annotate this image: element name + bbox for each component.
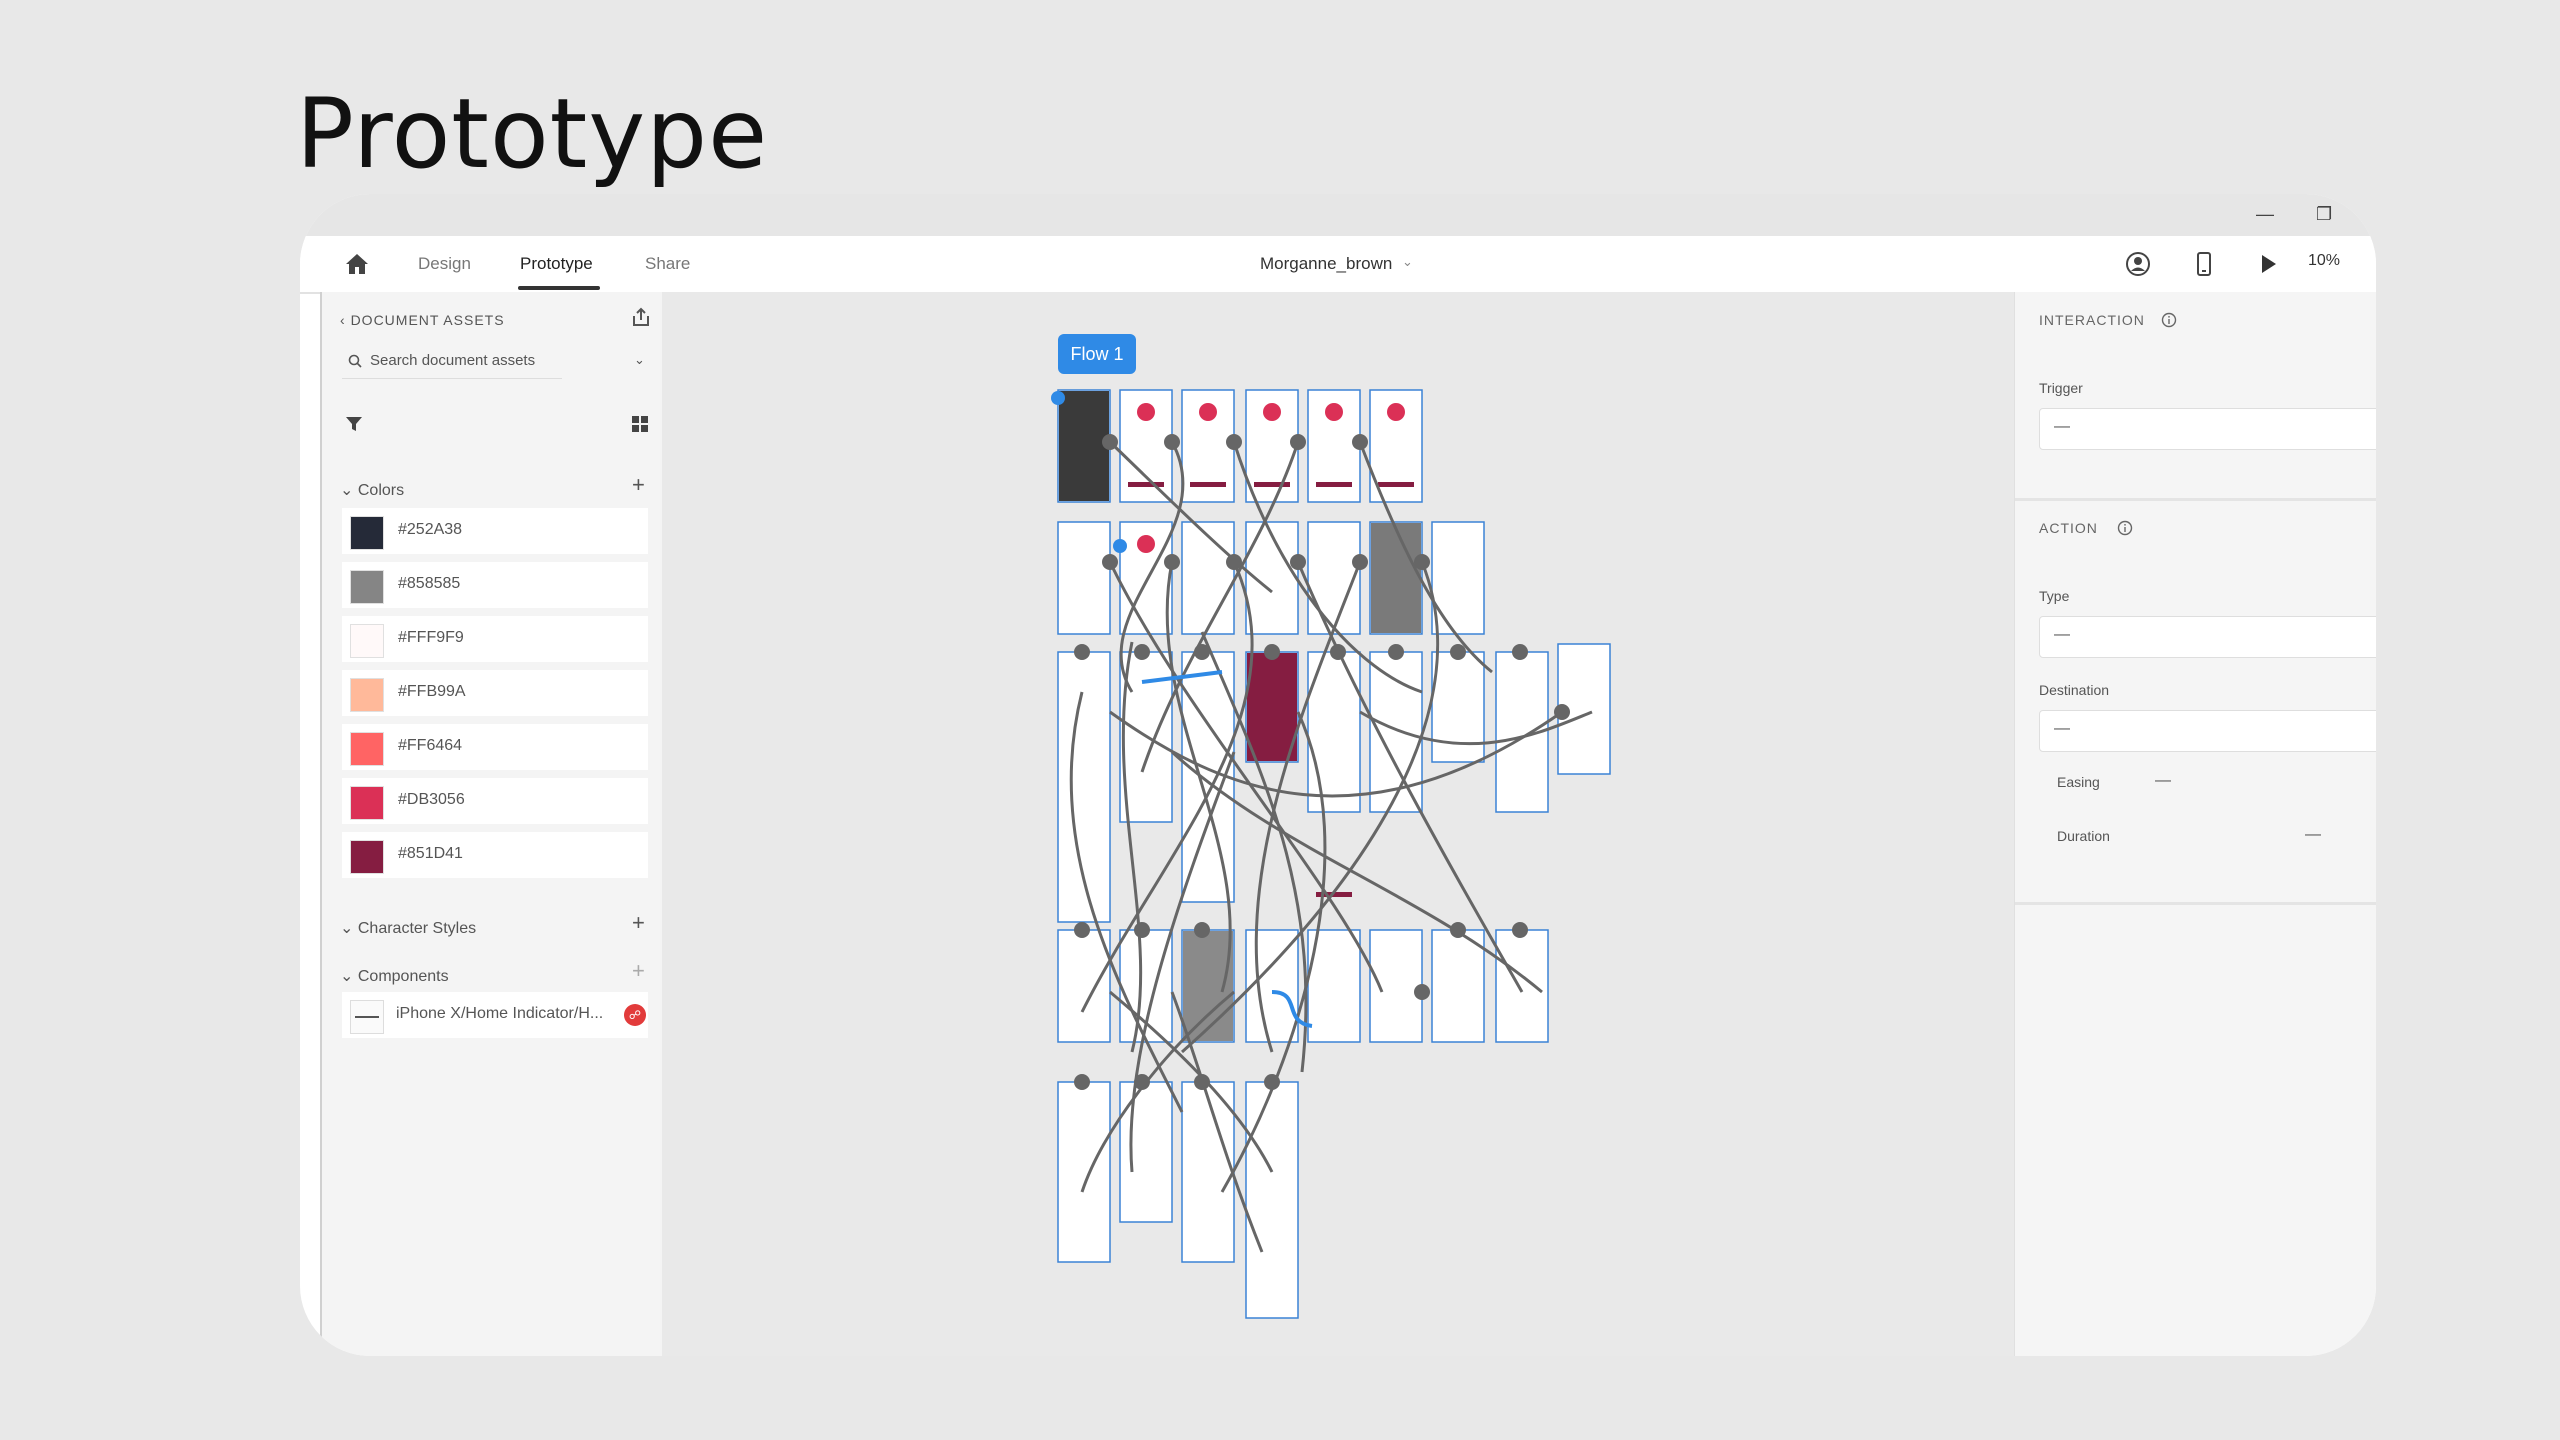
color-swatch: [350, 840, 384, 874]
color-hex-label: #DB3056: [398, 791, 465, 808]
color-swatch: [350, 732, 384, 766]
restore-button[interactable]: ❐: [2316, 204, 2332, 225]
add-character-style-button[interactable]: +: [632, 910, 645, 936]
chevron-down-icon[interactable]: ⌄: [634, 352, 645, 368]
mobile-device-icon[interactable]: [2190, 250, 2218, 278]
assets-panel: ‹ DOCUMENT ASSETS Search document assets…: [320, 292, 664, 1356]
color-hex-label: #858585: [398, 575, 461, 592]
flow-start-badge[interactable]: Flow 1: [1058, 334, 1136, 374]
colors-label: Colors: [357, 482, 405, 499]
duration-label: Duration: [2057, 828, 2110, 844]
zoom-level[interactable]: 10%: [2308, 252, 2340, 270]
type-label: Type: [2039, 588, 2070, 604]
color-swatch: [350, 624, 384, 658]
properties-panel: INTERACTION Trigger — ACTION Type — Dest…: [2014, 292, 2376, 1356]
component-asset-row[interactable]: iPhone X/Home Indicator/H... ☍: [342, 992, 648, 1038]
destination-label: Destination: [2039, 682, 2110, 698]
export-icon[interactable]: [630, 306, 652, 328]
interaction-header: INTERACTION: [2039, 312, 2145, 328]
duration-value[interactable]: —: [2305, 826, 2321, 844]
easing-value[interactable]: —: [2155, 772, 2171, 790]
prototype-canvas[interactable]: Flow 1: [662, 292, 2014, 1356]
chevron-down-icon[interactable]: ⌄: [340, 968, 353, 985]
section-divider: [2015, 498, 2376, 501]
search-assets[interactable]: Search document assets: [342, 344, 562, 379]
tab-prototype[interactable]: Prototype: [520, 254, 593, 274]
search-icon: [348, 354, 362, 368]
tab-share[interactable]: Share: [645, 254, 690, 274]
color-asset-row[interactable]: #DB3056: [342, 778, 648, 824]
account-icon[interactable]: [2124, 250, 2152, 278]
grid-view-icon[interactable]: [630, 414, 650, 434]
assets-header[interactable]: ‹ DOCUMENT ASSETS: [340, 312, 505, 328]
components-header[interactable]: ⌄ Components: [340, 966, 449, 986]
xd-app-window: — ❐ Design Prototype Share Morganne_brow…: [300, 194, 2376, 1356]
component-label: iPhone X/Home Indicator/H...: [396, 1005, 604, 1022]
color-hex-label: #FF6464: [398, 737, 463, 754]
trigger-label: Trigger: [2039, 380, 2083, 396]
minimize-button[interactable]: —: [2256, 204, 2274, 225]
section-divider: [2015, 902, 2376, 905]
trigger-dropdown[interactable]: —: [2039, 408, 2376, 450]
color-asset-row[interactable]: #252A38: [342, 508, 648, 554]
components-label: Components: [357, 968, 449, 985]
chevron-down-icon[interactable]: ⌄: [340, 482, 353, 499]
color-asset-row[interactable]: #851D41: [342, 832, 648, 878]
active-tab-indicator: [518, 286, 600, 290]
color-asset-row[interactable]: #FF6464: [342, 724, 648, 770]
destination-dropdown[interactable]: —: [2039, 710, 2376, 752]
component-thumbnail: [350, 1000, 384, 1034]
type-dropdown[interactable]: —: [2039, 616, 2376, 658]
artboard-wireframes: [1051, 389, 1611, 1319]
color-asset-row[interactable]: #FFF9F9: [342, 616, 648, 662]
color-hex-label: #FFF9F9: [398, 629, 464, 646]
color-hex-label: #851D41: [398, 845, 463, 862]
search-input[interactable]: Search document assets: [370, 352, 535, 369]
assets-header-label: DOCUMENT ASSETS: [350, 312, 505, 328]
action-header: ACTION: [2039, 520, 2098, 536]
window-titlebar: — ❐: [300, 194, 2376, 236]
add-color-button[interactable]: +: [632, 472, 645, 498]
color-swatch: [350, 678, 384, 712]
color-hex-label: #FFB99A: [398, 683, 466, 700]
play-icon[interactable]: [2254, 250, 2282, 278]
character-styles-label: Character Styles: [357, 920, 477, 937]
home-icon[interactable]: [344, 252, 370, 276]
slide-title: Prototype: [296, 78, 769, 190]
colors-section-header[interactable]: ⌄ Colors: [340, 480, 404, 500]
info-icon[interactable]: [2117, 520, 2133, 536]
color-asset-row[interactable]: #858585: [342, 562, 648, 608]
color-swatch: [350, 786, 384, 820]
add-component-button[interactable]: +: [632, 958, 645, 984]
document-title[interactable]: Morganne_brown: [1260, 254, 1392, 274]
type-value: —: [2054, 626, 2070, 643]
filter-icon[interactable]: [344, 414, 364, 434]
tab-design[interactable]: Design: [418, 254, 471, 274]
chevron-down-icon[interactable]: ⌄: [1402, 254, 1413, 270]
color-asset-row[interactable]: #FFB99A: [342, 670, 648, 716]
info-icon[interactable]: [2161, 312, 2177, 328]
color-hex-label: #252A38: [398, 521, 463, 538]
chevron-down-icon[interactable]: ⌄: [340, 920, 353, 937]
destination-value: —: [2054, 720, 2070, 737]
color-swatch: [350, 570, 384, 604]
back-chevron-icon[interactable]: ‹: [340, 312, 351, 328]
link-icon[interactable]: ☍: [624, 1004, 646, 1026]
easing-label: Easing: [2057, 774, 2100, 790]
trigger-value: —: [2054, 418, 2070, 435]
top-toolbar: Design Prototype Share Morganne_brown ⌄ …: [300, 236, 2376, 294]
color-swatch: [350, 516, 384, 550]
character-styles-header[interactable]: ⌄ Character Styles: [340, 918, 476, 938]
